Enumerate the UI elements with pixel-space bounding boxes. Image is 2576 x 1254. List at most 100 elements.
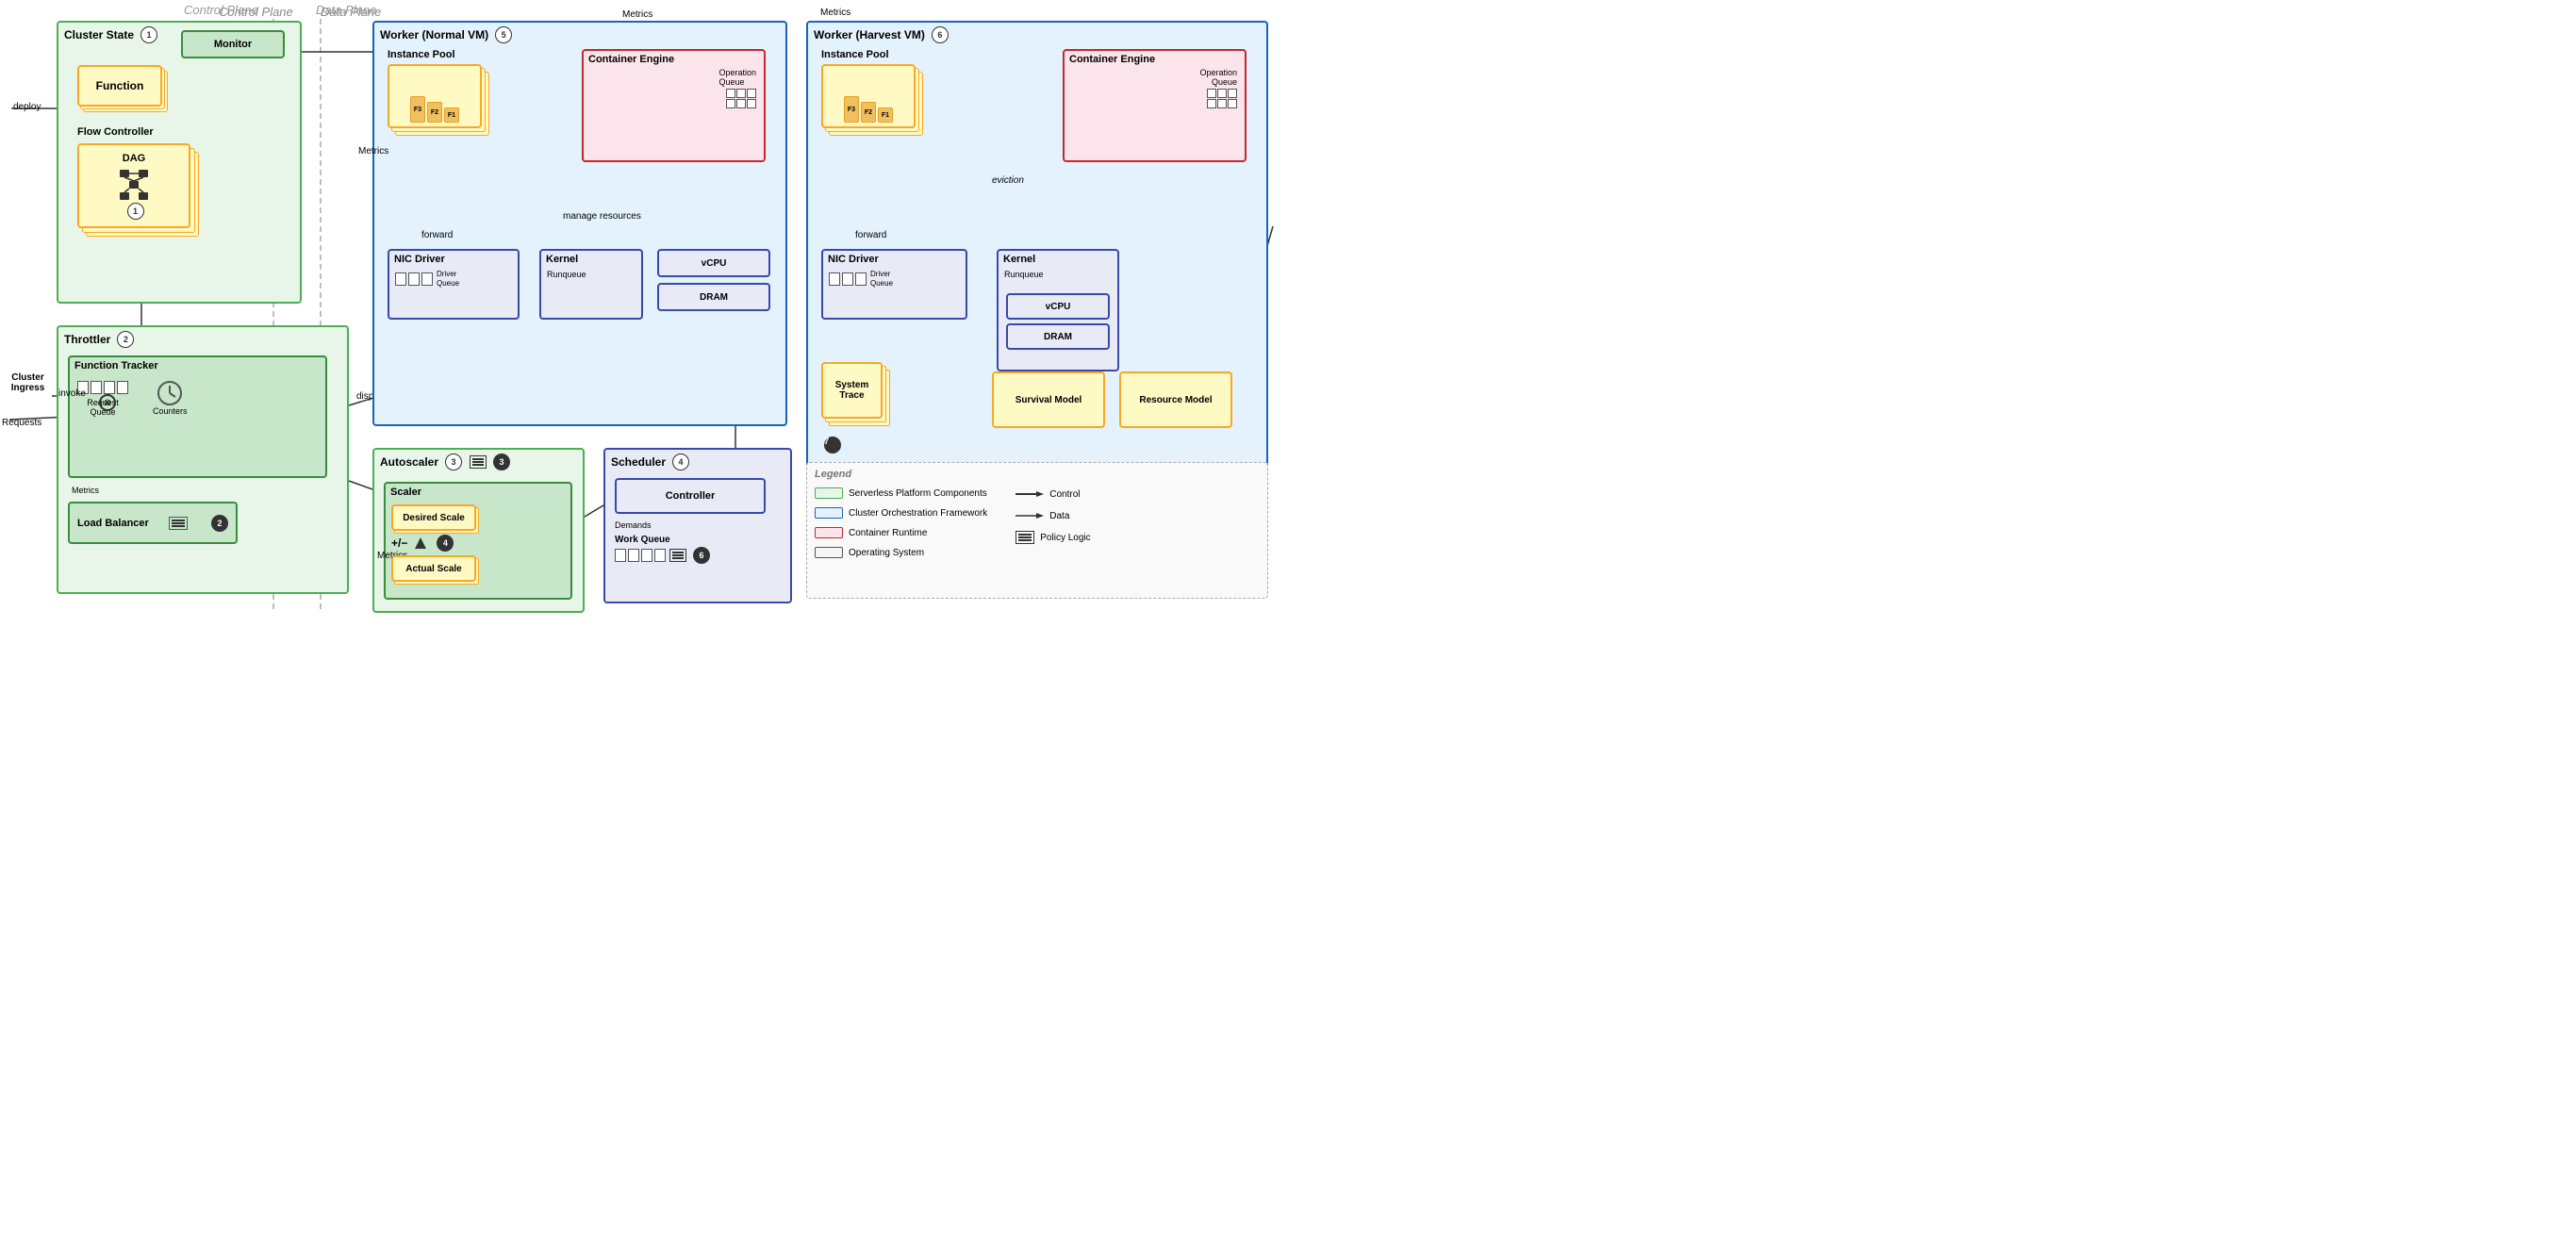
vcpu-dram-normal: vCPU DRAM: [657, 249, 770, 311]
resource-model-box: Resource Model: [1119, 371, 1232, 428]
legend-row-os: Operating System: [815, 547, 987, 558]
diagram: Control Plane Data Plane: [0, 0, 1288, 627]
instance-pool-harvest: Instance Pool F3 F2 F1: [821, 49, 934, 144]
controller-label: Controller: [666, 490, 716, 502]
container-engine-harvest: Container Engine OperationQueue: [1063, 49, 1247, 162]
system-trace-label: System Trace: [823, 380, 881, 401]
demands-label: Demands: [615, 520, 652, 530]
legend-row-policy: Policy Logic: [1016, 531, 1090, 544]
metrics-top-label: Metrics: [622, 9, 652, 20]
scheduler-box: Scheduler 4 Controller Demands Work Queu…: [603, 448, 792, 603]
flow-controller-label: Flow Controller: [77, 126, 285, 138]
worker-harvest-badge: 6: [932, 26, 949, 43]
scaler-label: Scaler: [386, 484, 570, 501]
nic-driver-harvest-label: NIC Driver: [823, 251, 966, 268]
autoscaler-policy-icon: [470, 455, 487, 469]
metrics-left-label: Metrics: [358, 146, 388, 157]
function-stack: Function: [77, 65, 181, 117]
cluster-state-box: Cluster State 1 Monitor Function Flow Co…: [57, 21, 302, 304]
scheduler-badge: 4: [672, 454, 689, 470]
legend-container-label: Container Runtime: [849, 528, 927, 538]
worker-normal-title: Worker (Normal VM): [380, 28, 488, 41]
legend-serverless-label: Serverless Platform Components: [849, 488, 987, 499]
container-engine-normal: Container Engine OperationQueue: [582, 49, 766, 162]
controller-box: Controller: [615, 478, 766, 514]
invoke-label: invoke: [58, 388, 86, 399]
nic-driver-harvest: NIC Driver DriverQueue: [821, 249, 967, 320]
autoscaler-box: Autoscaler 3 3 Scaler Desired Scale +/−: [372, 448, 585, 613]
function-tracker-box: Function Tracker RequestQueue Co: [68, 355, 327, 478]
manage-resources-label: manage resources: [563, 211, 641, 222]
autoscaler-title: Autoscaler: [380, 455, 438, 469]
throttler-title: Throttler: [64, 333, 110, 346]
runqueue-harvest-label: Runqueue: [999, 268, 1117, 281]
forward-harvest-label: forward: [855, 230, 886, 240]
legend-os-label: Operating System: [849, 548, 924, 558]
worker-normal-badge: 5: [495, 26, 512, 43]
cluster-ingress-label: ClusterIngress: [2, 372, 54, 393]
load-balancer-label: Load Balancer: [77, 518, 149, 529]
work-queue-label: Work Queue: [615, 535, 670, 545]
autoscaler-badge3: 3: [493, 454, 510, 470]
load-balancer-box: Load Balancer 2: [68, 502, 238, 544]
ingress-symbol: ⊗: [99, 394, 116, 411]
throttler-box: Throttler 2 Function Tracker RequestQueu…: [57, 325, 349, 594]
kernel-normal: Kernel Runqueue: [539, 249, 643, 320]
control-plane-label: Control Plane: [184, 3, 258, 17]
legend-control-label: Control: [1049, 489, 1080, 500]
desired-scale-label: Desired Scale: [403, 513, 465, 523]
lb-badge: 2: [211, 515, 228, 532]
scaler-box: Scaler Desired Scale +/− 4 Actual Scale: [384, 482, 572, 600]
scaler-badge4: 4: [437, 535, 454, 552]
function-tracker-label: Function Tracker: [70, 357, 325, 374]
worker-harvest-title: Worker (Harvest VM): [814, 28, 925, 41]
plus-minus-label: +/−: [391, 536, 407, 550]
work-queue-badge6: 6: [693, 547, 710, 564]
throttler-badge: 2: [117, 331, 134, 348]
runqueue-normal-label: Runqueue: [541, 268, 641, 281]
work-queue-area: Work Queue 6: [615, 535, 710, 564]
driver-queue-harvest-label: DriverQueue: [870, 270, 893, 288]
resource-model-label: Resource Model: [1139, 395, 1212, 405]
legend-swatch-os: [815, 547, 843, 558]
deploy-label: deploy: [13, 102, 41, 112]
survival-model-box: Survival Model: [992, 371, 1105, 428]
dram-normal-label: DRAM: [700, 292, 728, 303]
nic-driver-normal: NIC Driver DriverQueue: [388, 249, 520, 320]
scheduler-title: Scheduler: [611, 455, 666, 469]
forward-normal-label: forward: [421, 230, 453, 240]
legend-swatch-serverless: [815, 487, 843, 499]
lb-policy-icon: [169, 517, 188, 530]
flow-controller-area: Flow Controller DAG: [77, 126, 285, 247]
work-queue-policy-icon: [669, 549, 686, 562]
dag-label: DAG: [123, 153, 145, 164]
worker-normal-box: Worker (Normal VM) 5 Instance Pool F3 F2…: [372, 21, 787, 426]
legend-swatch-container: [815, 527, 843, 538]
operation-queue-normal-label: OperationQueue: [718, 68, 756, 87]
legend-data-label: Data: [1049, 511, 1069, 521]
instance-pool-harvest-label: Instance Pool: [821, 49, 934, 60]
legend-title: Legend: [815, 469, 1260, 480]
dram-harvest-label: DRAM: [1044, 332, 1072, 342]
legend-policy-icon: [1016, 531, 1034, 544]
monitor-box: Monitor: [181, 30, 285, 58]
eviction-label: eviction: [992, 175, 1024, 186]
legend-box: Legend Serverless Platform Components Cl…: [806, 462, 1268, 599]
legend-swatch-cluster: [815, 507, 843, 519]
metrics-ft-label: Metrics: [72, 486, 99, 495]
legend-policy-label: Policy Logic: [1040, 533, 1090, 543]
operation-queue-harvest-label: OperationQueue: [1199, 68, 1237, 87]
vcpu-harvest-label: vCPU: [1046, 302, 1071, 312]
legend-row-serverless: Serverless Platform Components: [815, 487, 987, 499]
actual-scale-label: Actual Scale: [405, 564, 461, 574]
container-engine-harvest-label: Container Engine: [1065, 51, 1245, 68]
instance-pool-normal-label: Instance Pool: [388, 49, 501, 60]
legend-row-data: Data: [1016, 509, 1090, 522]
autoscaler-badge: 3: [445, 454, 462, 470]
monitor-label: Monitor: [214, 39, 252, 50]
container-engine-normal-label: Container Engine: [584, 51, 764, 68]
kernel-harvest-label: Kernel: [999, 251, 1117, 268]
system-trace-area: System Trace 7: [821, 362, 897, 454]
kernel-harvest: Kernel Runqueue vCPU DRAM: [997, 249, 1119, 371]
metrics-harvest-label: Metrics: [820, 8, 850, 18]
